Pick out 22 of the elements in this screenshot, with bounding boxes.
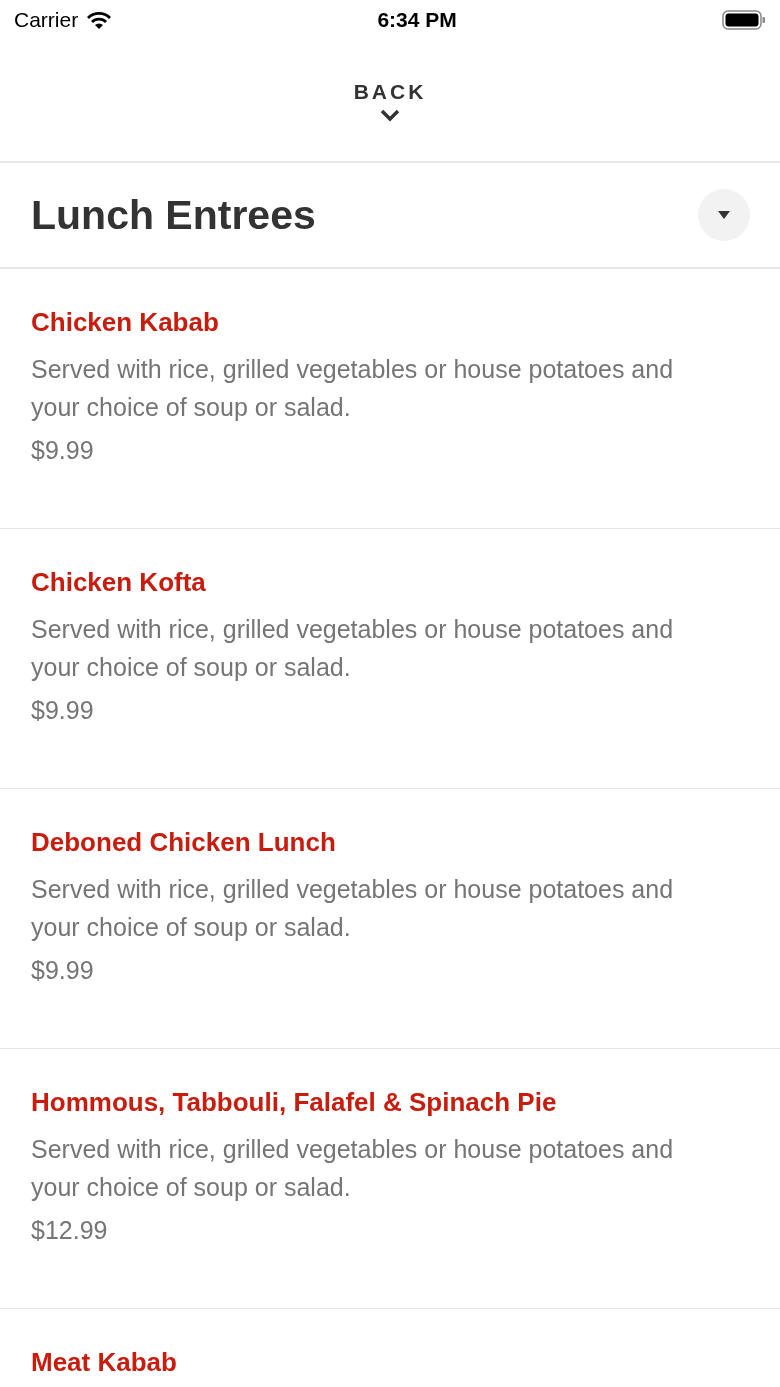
dish-name: Deboned Chicken Lunch: [31, 827, 337, 858]
dish-price: $9.99: [31, 956, 95, 985]
back-button[interactable]: BACK: [353, 79, 427, 122]
collapse-button[interactable]: [698, 189, 750, 241]
dish-description: Served with rice, grilled vegetables or house potatoes and your choice of soup or salad.: [31, 614, 675, 683]
battery-icon: [722, 10, 766, 30]
caret-icon: [718, 210, 730, 220]
section-title: Lunch Entrees: [31, 191, 316, 239]
dish-description: Served with rice, grilled vegetables or house potatoes and your choice of soup or salad.: [31, 874, 675, 943]
dish-name: Chicken Kofta: [31, 567, 207, 598]
dish-description: Served with rice, grilled vegetables or house potatoes and your choice of soup or salad.: [31, 1134, 675, 1203]
dish-price: $9.99: [31, 696, 95, 725]
wifi-icon: [86, 10, 113, 30]
dish-name: Chicken Kabab: [31, 307, 220, 338]
dish-name: Meat Kabab: [31, 1347, 178, 1378]
dish-name: Hommous, Tabbouli, Falafel & Spinach Pie: [31, 1087, 558, 1118]
carrier-label: Carrier: [14, 8, 79, 32]
dish-description: Served with rice, grilled vegetables or house potatoes and your choice of soup or salad.: [31, 354, 675, 423]
dish-price: $12.99: [31, 1216, 109, 1245]
dish-price: $9.99: [31, 436, 95, 465]
chevron-down-icon: [379, 107, 401, 122]
clock-time: 6:34 PM: [377, 8, 457, 32]
